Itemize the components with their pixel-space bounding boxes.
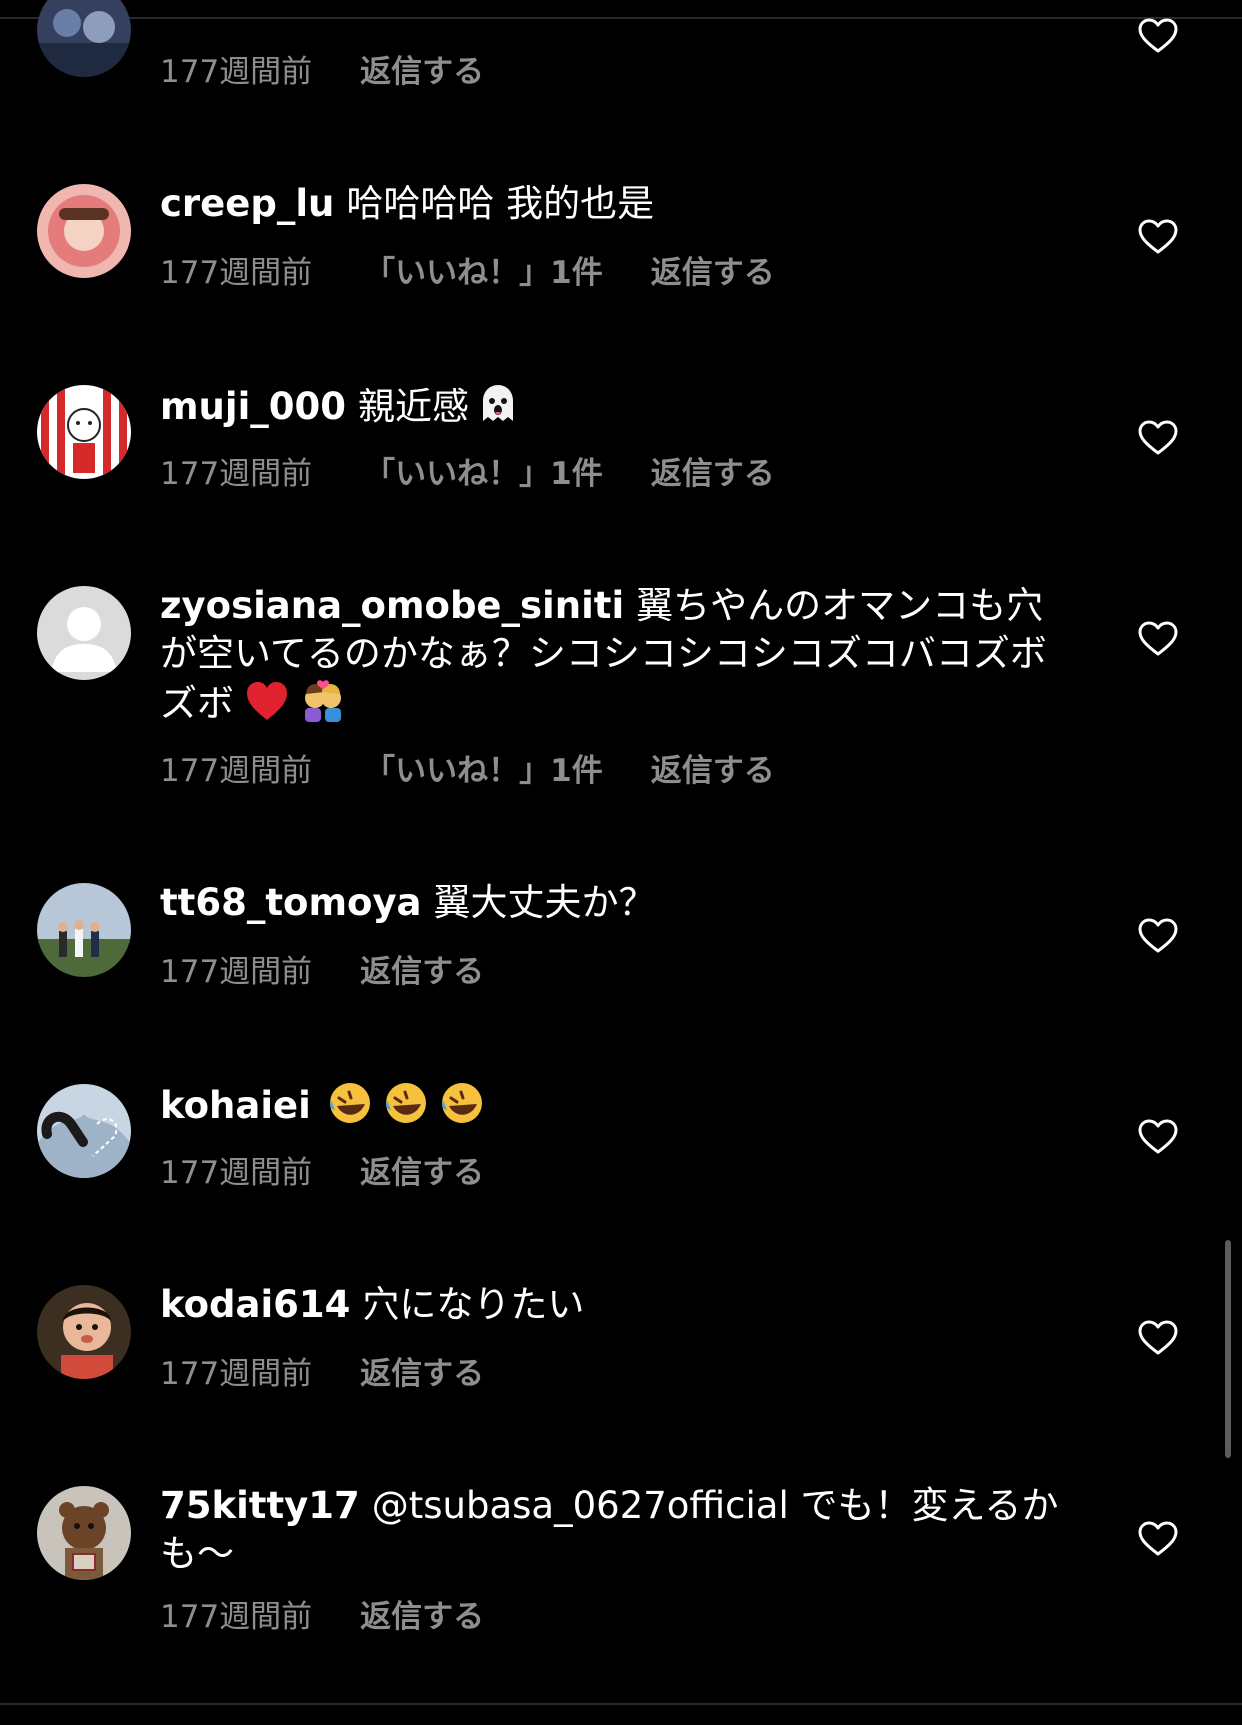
like-button[interactable] xyxy=(1138,918,1178,954)
comment-username[interactable]: zyosiana_omobe_siniti xyxy=(160,584,624,627)
heart-outline-icon xyxy=(1138,1320,1178,1355)
rolling-laughing-emoji xyxy=(439,1080,485,1126)
avatar[interactable] xyxy=(37,1084,131,1178)
top-divider xyxy=(0,17,1242,19)
comment-meta: 177週間前 返信する xyxy=(160,952,484,992)
avatar[interactable] xyxy=(37,184,131,278)
reply-button[interactable]: 返信する xyxy=(360,952,484,992)
comment-time: 177週間前 xyxy=(160,1599,313,1635)
rolling-laughing-emoji xyxy=(383,1080,429,1126)
comment-text: tt68_tomoya 翼大丈夫か？ xyxy=(160,879,1065,927)
like-button[interactable] xyxy=(1138,420,1178,456)
likes-count[interactable]: 「いいね！」1件 xyxy=(364,751,603,791)
ghost-emoji xyxy=(475,381,521,427)
likes-count[interactable]: 「いいね！」1件 xyxy=(364,253,603,293)
comment-username[interactable]: kodai614 xyxy=(160,1283,350,1326)
avatar[interactable] xyxy=(37,1285,131,1379)
comment-text: 75kitty17 @tsubasa_0627official でも！変えるかも〜 xyxy=(160,1482,1065,1578)
comment-time: 177週間前 xyxy=(160,954,313,990)
heart-outline-icon xyxy=(1138,918,1178,953)
reply-button[interactable]: 返信する xyxy=(651,454,775,494)
heart-outline-icon xyxy=(1138,420,1178,455)
comment-text: kohaiei xyxy=(160,1080,1065,1130)
comment-meta: 177週間前 「いいね！」1件 返信する xyxy=(160,253,775,293)
mention-link[interactable]: @tsubasa_0627official xyxy=(372,1484,789,1527)
comment-body: 穴になりたい xyxy=(362,1283,585,1326)
like-button[interactable] xyxy=(1138,1320,1178,1356)
comment-text: muji_000 親近感 xyxy=(160,381,1065,431)
bottom-divider xyxy=(0,1703,1242,1705)
comment-meta: 177週間前 「いいね！」1件 返信する xyxy=(160,751,775,791)
comment-time: 177週間前 xyxy=(160,255,313,291)
comment-text: creep_lu 哈哈哈哈 我的也是 xyxy=(160,180,1065,228)
comment-body: 親近感 xyxy=(358,385,469,428)
scrollbar[interactable] xyxy=(1225,1240,1231,1458)
comment-username[interactable]: kohaiei xyxy=(160,1084,311,1127)
like-button[interactable] xyxy=(1138,1119,1178,1155)
comment-time: 177週間前 xyxy=(160,1155,313,1191)
comment-meta: 177週間前 返信する xyxy=(160,1354,484,1394)
avatar[interactable] xyxy=(37,586,131,680)
comment-time: 177週間前 xyxy=(160,1356,313,1392)
comment-meta: 177週間前 「いいね！」1件 返信する xyxy=(160,454,775,494)
reply-button[interactable]: 返信する xyxy=(360,1153,484,1193)
reply-button[interactable]: 返信する xyxy=(651,751,775,791)
heart-outline-icon xyxy=(1138,621,1178,656)
heart-outline-icon xyxy=(1138,1521,1178,1556)
heart-outline-icon xyxy=(1138,219,1178,254)
heart-outline-icon xyxy=(1138,18,1178,53)
comment-text: zyosiana_omobe_siniti 翼ちやんのオマンコも穴が空いてるのかな… xyxy=(160,582,1065,728)
comment-time: 177週間前 xyxy=(160,753,313,789)
comment-body: 翼大丈夫か？ xyxy=(433,881,656,924)
kiss-couple-emoji xyxy=(300,678,346,724)
reply-button[interactable]: 返信する xyxy=(651,253,775,293)
comment-meta: 177週間前 返信する xyxy=(160,1153,484,1193)
like-button[interactable] xyxy=(1138,621,1178,657)
comment-text: kodai614 穴になりたい xyxy=(160,1281,1065,1329)
like-button[interactable] xyxy=(1138,219,1178,255)
comment-username[interactable]: muji_000 xyxy=(160,385,346,428)
red-heart-emoji xyxy=(244,678,290,724)
reply-button[interactable]: 返信する xyxy=(360,1354,484,1394)
like-button[interactable] xyxy=(1138,1521,1178,1557)
heart-outline-icon xyxy=(1138,1119,1178,1154)
reply-button[interactable]: 返信する xyxy=(360,52,484,92)
comment-body: 哈哈哈哈 我的也是 xyxy=(346,182,655,225)
comment-username[interactable]: 75kitty17 xyxy=(160,1484,360,1527)
comment-meta: 177週間前 返信する xyxy=(160,1597,484,1637)
reply-button[interactable]: 返信する xyxy=(360,1597,484,1637)
like-button[interactable] xyxy=(1138,18,1178,54)
comment-username[interactable]: tt68_tomoya xyxy=(160,881,422,924)
avatar[interactable] xyxy=(37,385,131,479)
avatar[interactable] xyxy=(37,0,131,77)
rolling-laughing-emoji xyxy=(327,1080,373,1126)
likes-count[interactable]: 「いいね！」1件 xyxy=(364,454,603,494)
comment-time: 177週間前 xyxy=(160,456,313,492)
avatar[interactable] xyxy=(37,883,131,977)
comment-username[interactable]: creep_lu xyxy=(160,182,334,225)
comment-time: 177週間前 xyxy=(160,54,313,90)
comment-meta: 177週間前 返信する xyxy=(160,52,484,92)
avatar[interactable] xyxy=(37,1486,131,1580)
